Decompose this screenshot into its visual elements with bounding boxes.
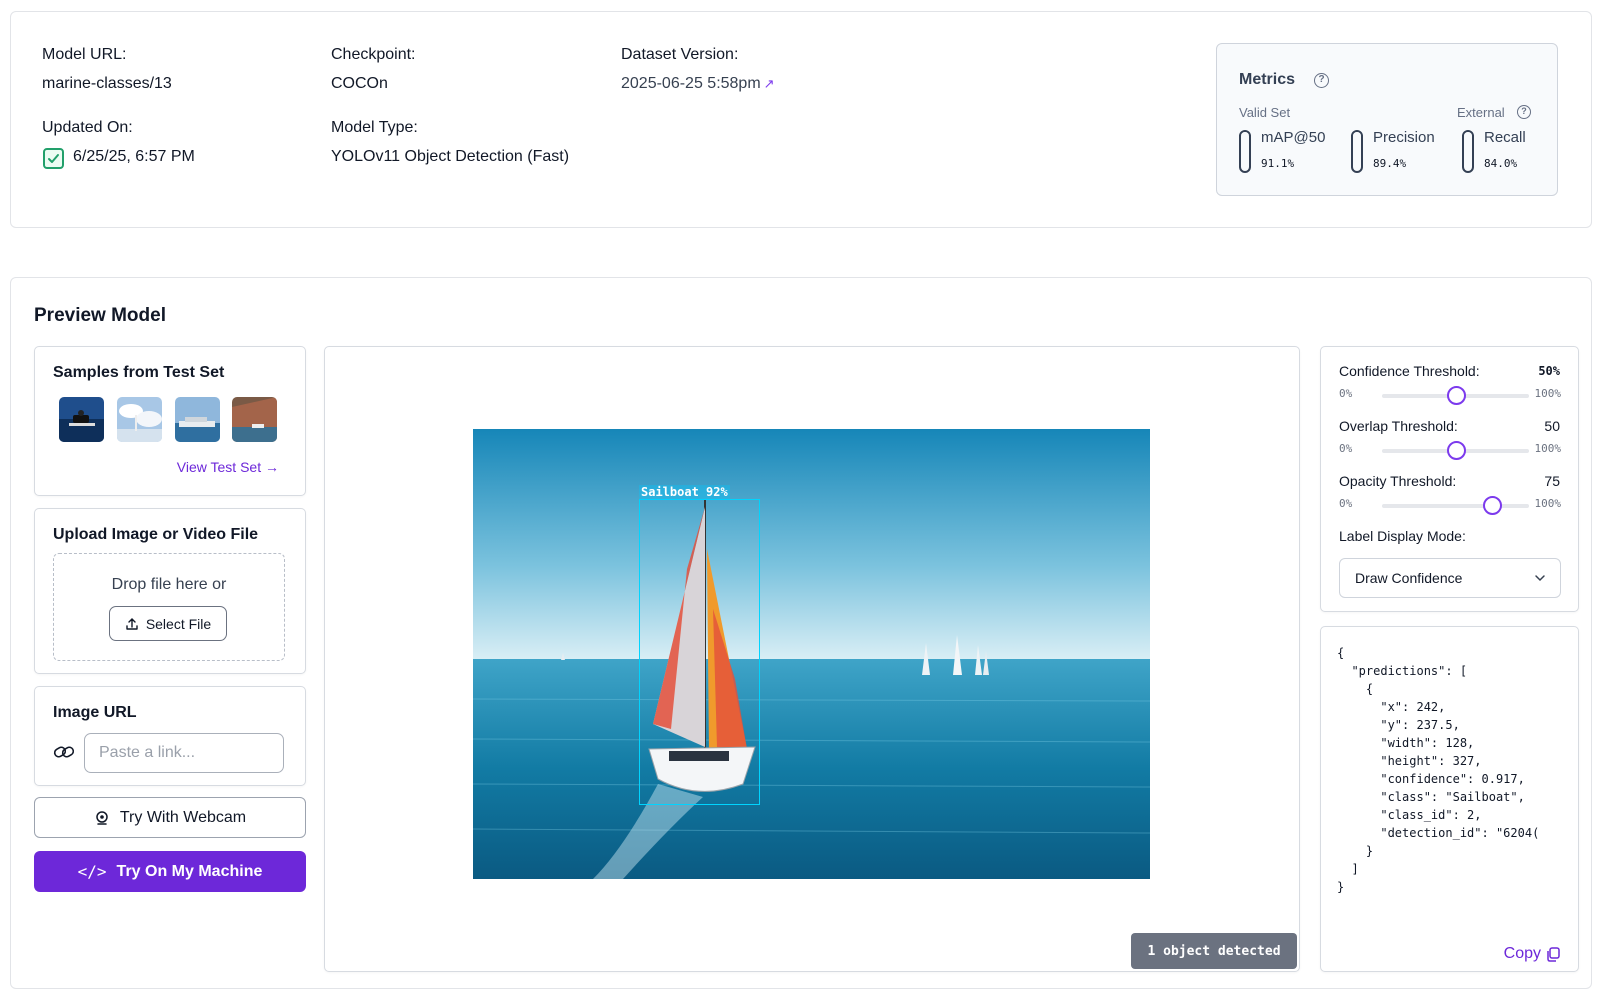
json-output: { "predictions": [ { "x": 242, "y": 237.… [1337,646,1540,894]
upload-icon [126,617,138,630]
link-icon [53,746,75,758]
label-display-mode-select[interactable]: Draw Confidence [1339,558,1561,598]
metric-value: 89.4% [1373,157,1407,170]
metric-name: mAP@50 [1261,129,1326,146]
select-file-label: Select File [145,615,212,632]
help-icon[interactable]: ? [1517,105,1531,119]
checkpoint-value: COCOn [331,75,388,92]
preview-image: Sailboat 92% [473,429,1150,879]
arrow-right-icon: → [265,459,279,475]
model-type-label: Model Type: [331,119,418,136]
sample-thumbnail[interactable] [232,397,277,442]
metric-value: 84.0% [1484,157,1518,170]
model-info-card: Model URL: marine-classes/13 Checkpoint:… [10,11,1592,228]
image-url-title: Image URL [53,704,137,721]
check-icon [43,148,64,169]
try-webcam-label: Try With Webcam [119,808,247,826]
metric-gauge-recall [1462,130,1474,173]
json-output-panel: { "predictions": [ { "x": 242, "y": 237.… [1320,626,1579,972]
model-url-value: marine-classes/13 [42,75,172,92]
opacity-threshold-slider[interactable]: 0% 100% [1339,495,1561,515]
preview-title: Preview Model [34,305,166,326]
sample-thumbnail[interactable] [117,397,162,442]
updated-on-label: Updated On: [42,119,133,136]
metric-value: 91.1% [1261,157,1295,170]
slider-max: 100% [1534,387,1562,400]
image-url-panel: Image URL Paste a link... [34,686,306,786]
label-display-mode-label: Label Display Mode: [1339,528,1466,544]
confidence-threshold-value: 50% [1538,364,1560,378]
upload-title: Upload Image or Video File [53,526,259,543]
confidence-threshold-slider[interactable]: 0% 100% [1339,385,1561,405]
metrics-panel: Metrics ? Valid Set External ? mAP@50 91… [1216,43,1558,196]
inference-canvas-panel: Sailboat 92% 1 object detected [324,346,1300,972]
slider-handle[interactable] [1446,441,1466,460]
select-file-button[interactable]: Select File [109,606,227,641]
image-url-input[interactable]: Paste a link... [84,733,284,773]
dataset-version-link[interactable]: 2025-06-25 5:58pm ↗ [621,75,775,93]
label-display-mode-value: Draw Confidence [1355,570,1463,586]
opacity-threshold-label: Opacity Threshold: [1339,473,1457,489]
metrics-title: Metrics [1239,71,1296,88]
overlap-threshold-slider[interactable]: 0% 100% [1339,440,1561,460]
try-on-machine-button[interactable]: </> Try On My Machine [34,851,306,892]
try-webcam-button[interactable]: Try With Webcam [34,797,306,838]
slider-max: 100% [1534,442,1562,455]
dataset-version-label: Dataset Version: [621,46,739,63]
slider-handle[interactable] [1446,386,1466,405]
checkpoint-label: Checkpoint: [331,46,416,63]
sample-thumbnail[interactable] [59,397,104,442]
slider-handle[interactable] [1483,496,1503,515]
dataset-version-value[interactable]: 2025-06-25 5:58pm [621,75,761,92]
detection-label: Sailboat 92% [639,485,730,500]
code-icon: </> [77,862,107,881]
inference-settings-panel: Confidence Threshold: 50% 0% 100% Overla… [1320,346,1579,612]
slider-min: 0% [1339,387,1353,400]
overlap-threshold-value: 50 [1544,418,1560,434]
file-dropzone[interactable]: Drop file here or Select File [53,553,285,661]
slider-min: 0% [1339,442,1353,455]
sample-thumbnail[interactable] [175,397,220,442]
detection-status-badge: 1 object detected [1131,933,1297,969]
model-type-value: YOLOv11 Object Detection (Fast) [331,148,570,165]
try-on-machine-label: Try On My Machine [116,862,263,880]
copy-button[interactable]: Copy [1504,945,1560,963]
samples-panel: Samples from Test Set View Test Set → [34,346,306,496]
metric-name: Precision [1373,129,1435,146]
slider-max: 100% [1534,497,1562,510]
opacity-threshold-value: 75 [1544,473,1560,489]
upload-panel: Upload Image or Video File Drop file her… [34,508,306,674]
webcam-icon [96,810,108,825]
view-test-set-link[interactable]: View Test Set → [177,459,279,475]
model-url-label: Model URL: [42,46,127,63]
overlap-threshold-label: Overlap Threshold: [1339,418,1458,434]
metric-gauge-map50 [1239,130,1251,173]
bounding-box [639,499,760,805]
samples-title: Samples from Test Set [53,364,225,381]
metric-name: Recall [1484,129,1526,146]
external-label: External [1457,105,1505,120]
external-link-icon: ↗ [763,76,775,91]
valid-set-label: Valid Set [1239,105,1291,120]
copy-icon [1547,946,1560,962]
help-icon[interactable]: ? [1314,73,1329,88]
chevron-down-icon [1535,575,1545,582]
updated-on-value: 6/25/25, 6:57 PM [73,148,195,165]
preview-model-card: Preview Model Samples from Test Set View… [10,277,1592,989]
confidence-threshold-label: Confidence Threshold: [1339,363,1480,379]
slider-min: 0% [1339,497,1353,510]
copy-label: Copy [1503,945,1541,962]
metric-gauge-precision [1351,130,1363,173]
drop-text: Drop file here or [111,576,227,593]
